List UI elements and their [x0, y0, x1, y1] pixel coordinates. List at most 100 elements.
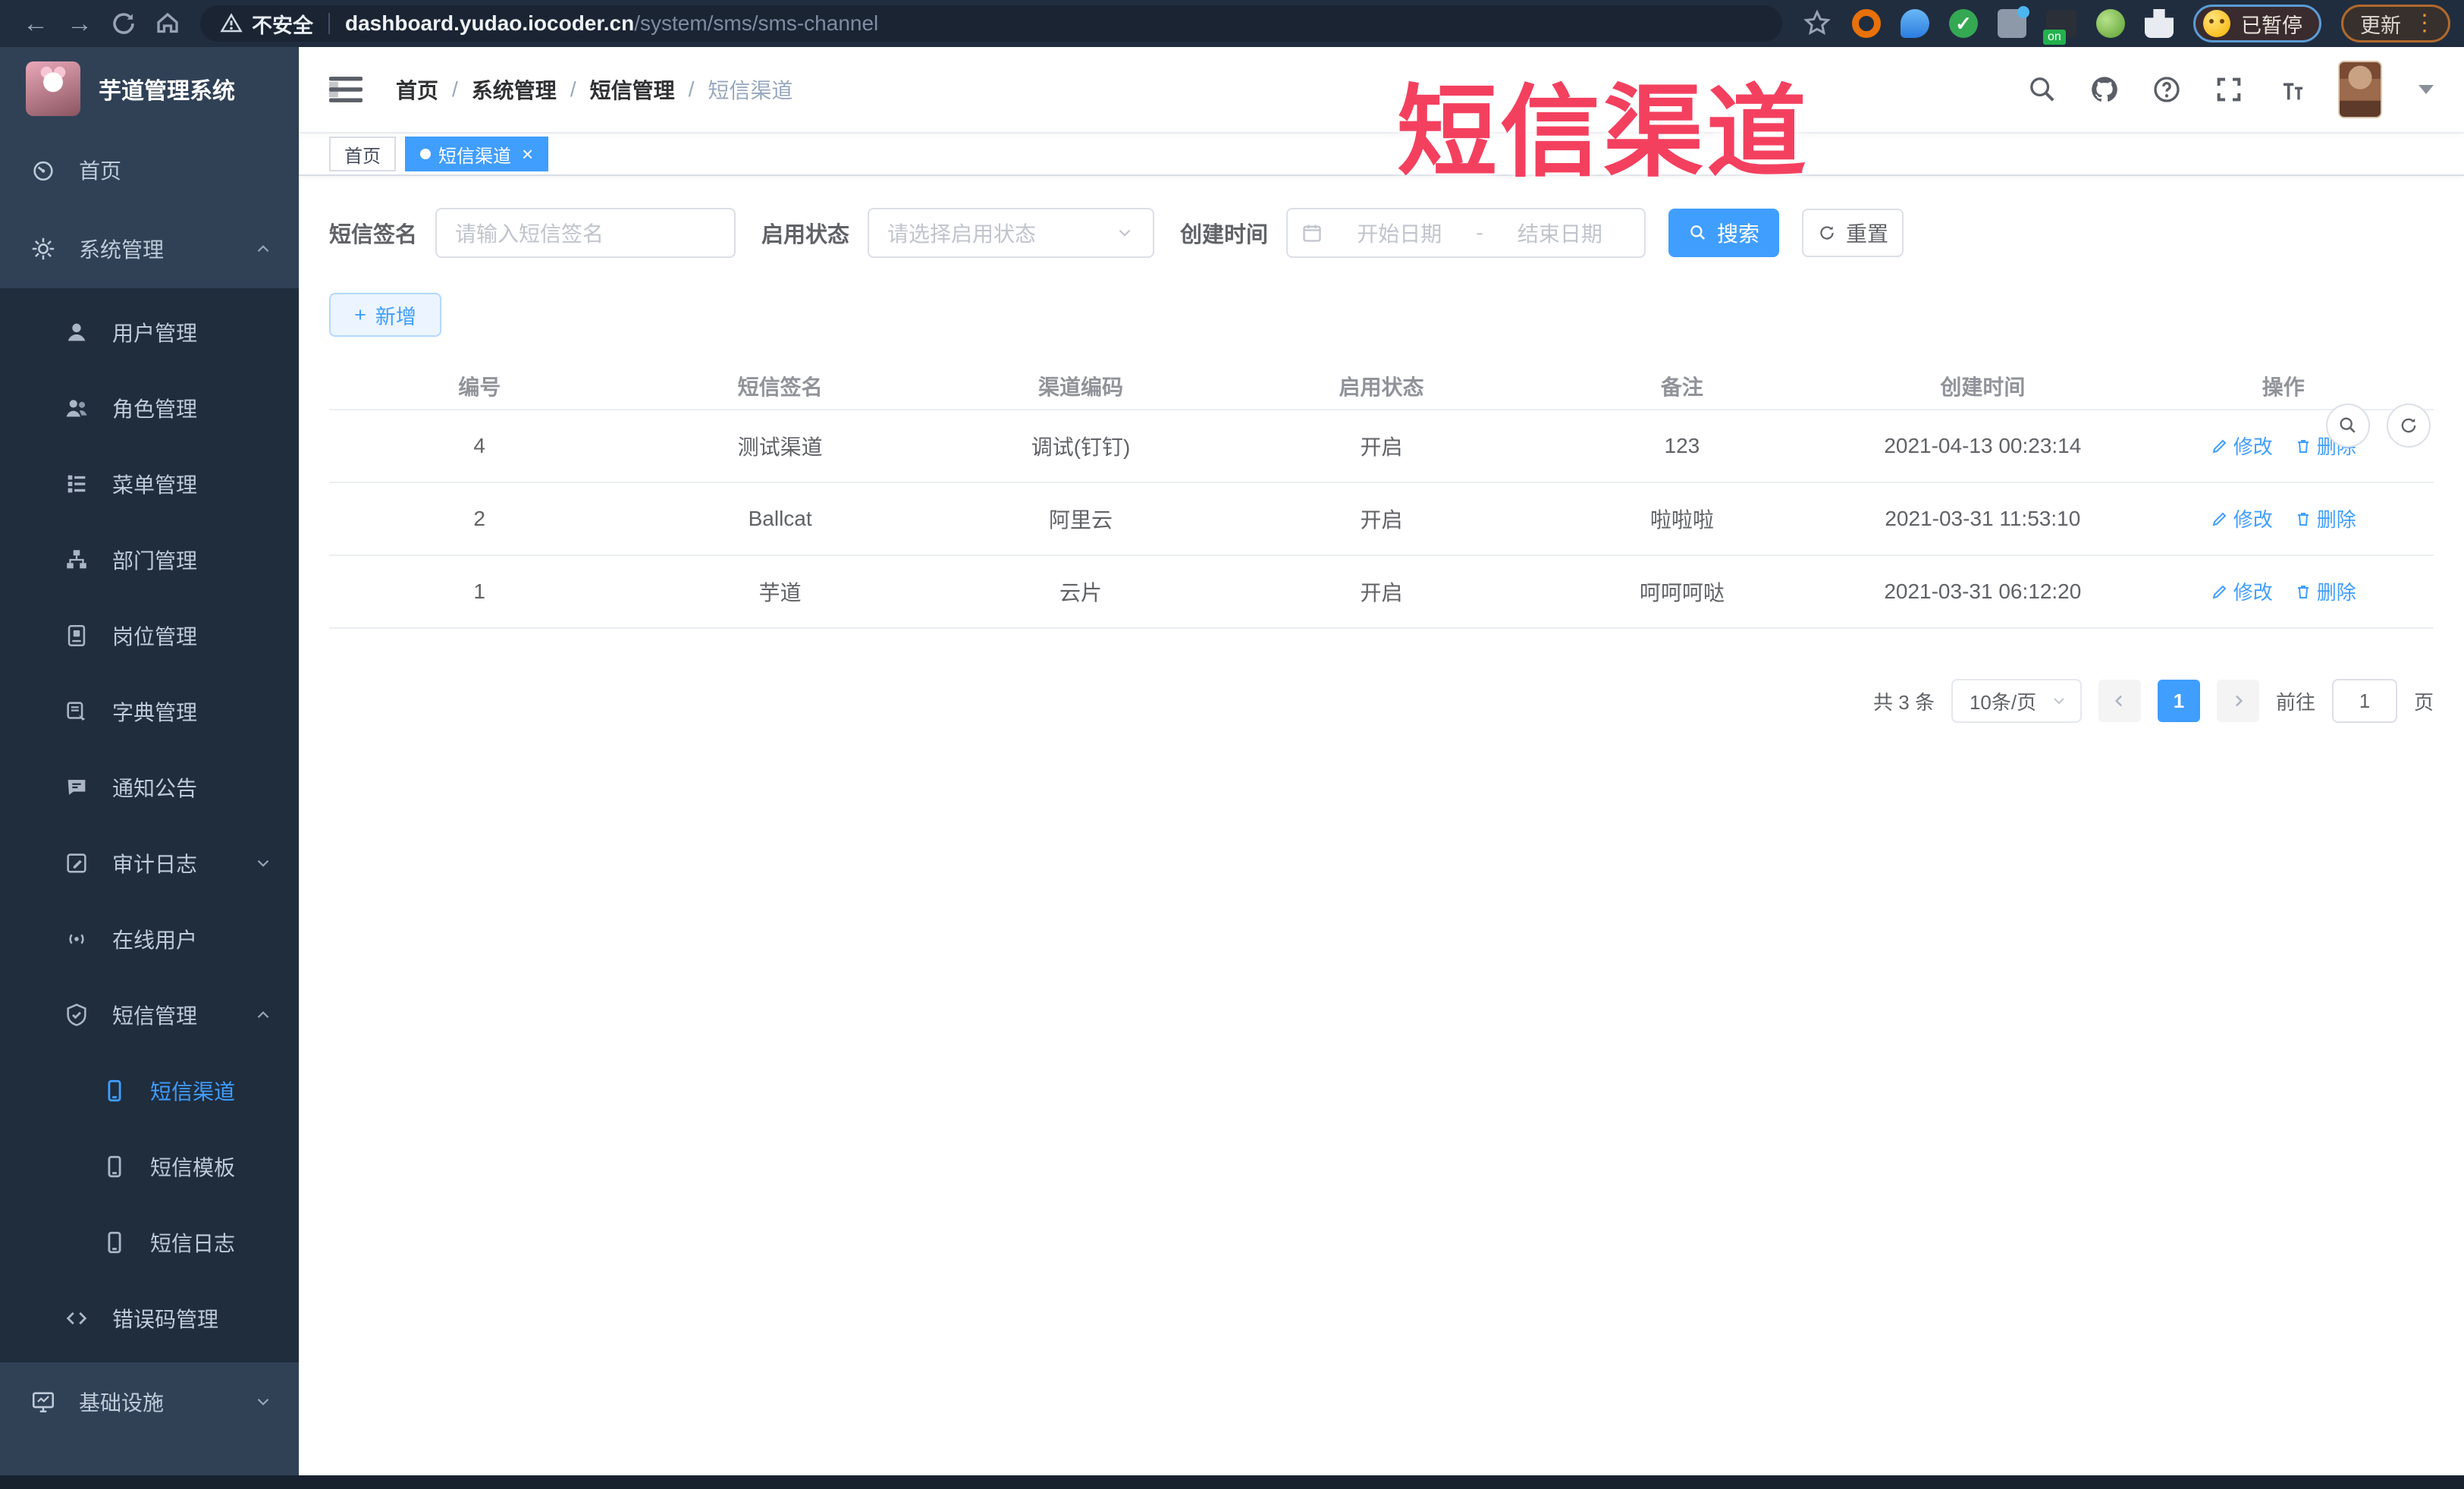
start-date-placeholder[interactable]: 开始日期 — [1329, 218, 1470, 248]
cell-id: 2 — [329, 482, 630, 556]
edit-icon — [2212, 512, 2227, 526]
sidebar-item-infrastructure[interactable]: 基础设施 — [0, 1362, 299, 1441]
sidebar-item-announcements[interactable]: 通知公告 — [0, 749, 299, 825]
sidebar-item-error-codes[interactable]: 错误码管理 — [0, 1280, 299, 1356]
chevron-up-icon — [257, 245, 269, 253]
cell-code: 调试(钉钉) — [930, 410, 1232, 483]
tab-sms-channel[interactable]: 短信渠道 × — [405, 137, 549, 171]
browser-reload-icon[interactable] — [102, 10, 146, 37]
chrome-update-button[interactable]: 更新 ⋮ — [2341, 5, 2450, 42]
end-date-placeholder[interactable]: 结束日期 — [1489, 218, 1631, 248]
page-size-select[interactable]: 10条/页 — [1951, 679, 2082, 723]
sidebar-toggle-icon[interactable] — [329, 74, 363, 105]
page-content: 短信签名 请输入短信签名 启用状态 请选择启用状态 创建时间 开始日期 - 结束… — [299, 176, 2464, 1475]
refresh-icon — [2401, 418, 2416, 433]
app-logo-row[interactable]: 芋道管理系统 — [0, 47, 299, 130]
sidebar-item-sms[interactable]: 短信管理 — [0, 977, 299, 1053]
search-icon[interactable] — [2027, 74, 2058, 105]
sidebar-item-posts[interactable]: 岗位管理 — [0, 598, 299, 674]
next-page-button[interactable] — [2216, 680, 2259, 722]
search-icon — [1690, 225, 1706, 240]
profile-paused-badge[interactable]: 已暂停 — [2193, 5, 2321, 42]
delete-link[interactable]: 删除 — [2294, 577, 2356, 605]
extension-icon-on-badge[interactable] — [2043, 10, 2076, 45]
sidebar-item-label: 在线用户 — [112, 928, 198, 952]
not-secure-warning[interactable]: 不安全 — [220, 9, 313, 39]
reset-button[interactable]: 重置 — [1802, 209, 1904, 257]
date-range-separator: - — [1476, 221, 1483, 244]
extension-icon-green-check[interactable]: ✓ — [1949, 9, 1978, 38]
breadcrumb-system[interactable]: 系统管理 — [472, 74, 557, 105]
extension-icon-grid[interactable] — [1998, 6, 2029, 38]
profile-avatar-emoji — [2203, 10, 2230, 37]
fullscreen-icon[interactable] — [2214, 74, 2244, 105]
breadcrumb-home[interactable]: 首页 — [396, 74, 438, 105]
extension-icon-orange[interactable] — [1852, 9, 1881, 38]
font-size-icon[interactable] — [2276, 74, 2306, 105]
browser-home-icon[interactable] — [146, 10, 190, 37]
sidebar-item-sms-template[interactable]: 短信模板 — [0, 1129, 299, 1205]
sidebar-item-audit-log[interactable]: 审计日志 — [0, 825, 299, 901]
edit-link[interactable]: 修改 — [2211, 432, 2273, 460]
extension-icon-blue-drop[interactable] — [1901, 9, 1929, 38]
refresh-table-button[interactable] — [2387, 404, 2431, 448]
cell-sign: 芋道 — [629, 555, 931, 629]
phone-icon — [108, 1231, 121, 1254]
sidebar-item-system[interactable]: 系统管理 — [0, 209, 299, 288]
sms-channel-table: 编号 短信签名 渠道编码 启用状态 备注 创建时间 操作 4 测试渠道 调试(钉… — [329, 363, 2434, 629]
edit-link[interactable]: 修改 — [2211, 577, 2273, 605]
sidebar-item-departments[interactable]: 部门管理 — [0, 522, 299, 598]
tab-home[interactable]: 首页 — [329, 137, 396, 171]
extension-icon-green[interactable] — [2096, 9, 2125, 38]
browser-back-icon[interactable]: ← — [14, 9, 58, 39]
time-label: 创建时间 — [1180, 223, 1269, 247]
status-select[interactable]: 请选择启用状态 — [868, 208, 1155, 258]
goto-page-input[interactable]: 1 — [2331, 679, 2397, 723]
extensions-puzzle-icon[interactable] — [2145, 9, 2174, 38]
cell-id: 4 — [329, 410, 630, 483]
address-bar[interactable]: 不安全 dashboard.yudao.iocoder.cn /system/s… — [200, 5, 1782, 42]
sidebar-item-users[interactable]: 用户管理 — [0, 294, 299, 370]
navbar-actions — [2027, 61, 2434, 118]
prev-page-button[interactable] — [2098, 680, 2141, 722]
delete-link[interactable]: 删除 — [2294, 504, 2356, 532]
github-icon[interactable] — [2089, 74, 2120, 105]
sidebar-item-home[interactable]: 首页 — [0, 130, 299, 209]
col-sign: 短信签名 — [629, 363, 931, 410]
bookmark-star-icon[interactable] — [1802, 8, 1832, 39]
sign-input[interactable]: 请输入短信签名 — [435, 208, 736, 258]
cell-remark: 呵呵呵哒 — [1531, 555, 1833, 629]
help-icon[interactable] — [2152, 74, 2182, 105]
browser-menu-kebab-icon[interactable]: ⋮ — [2413, 12, 2436, 35]
breadcrumb-sms[interactable]: 短信管理 — [590, 74, 675, 105]
caret-down-icon[interactable] — [2418, 85, 2434, 94]
browser-forward-icon[interactable]: → — [58, 9, 102, 39]
date-range-picker[interactable]: 开始日期 - 结束日期 — [1286, 208, 1646, 258]
browser-toolbar: ← → 不安全 dashboard.yudao.iocoder.cn /syst… — [0, 0, 2464, 47]
add-button[interactable]: + 新增 — [329, 293, 441, 337]
plus-icon: + — [354, 303, 366, 326]
delete-icon — [2297, 585, 2309, 598]
phone-icon — [108, 1155, 121, 1178]
close-icon[interactable]: × — [519, 144, 533, 164]
sidebar-item-menus[interactable]: 菜单管理 — [0, 446, 299, 522]
user-avatar[interactable] — [2338, 61, 2382, 118]
sidebar-item-label: 短信管理 — [112, 1004, 198, 1028]
warning-icon — [220, 13, 243, 33]
breadcrumb-separator: / — [452, 77, 458, 101]
sidebar-item-sms-log[interactable]: 短信日志 — [0, 1205, 299, 1280]
page-number-current[interactable]: 1 — [2157, 680, 2200, 722]
search-button[interactable]: 搜索 — [1668, 209, 1780, 257]
sidebar-item-dictionary[interactable]: 字典管理 — [0, 674, 299, 749]
sidebar-item-label: 字典管理 — [112, 701, 198, 724]
toggle-search-button[interactable] — [2326, 404, 2370, 448]
sidebar-item-online-users[interactable]: 在线用户 — [0, 901, 299, 977]
calendar-icon — [1303, 225, 1321, 242]
sidebar-item-roles[interactable]: 角色管理 — [0, 370, 299, 446]
edit-link[interactable]: 修改 — [2211, 504, 2273, 532]
infrastructure-icon — [32, 1392, 55, 1413]
pagination: 共 3 条 10条/页 1 前往 1 页 — [329, 679, 2434, 723]
col-code: 渠道编码 — [930, 363, 1232, 410]
sidebar-item-label: 短信渠道 — [150, 1080, 236, 1104]
sidebar-item-sms-channel[interactable]: 短信渠道 — [0, 1053, 299, 1129]
